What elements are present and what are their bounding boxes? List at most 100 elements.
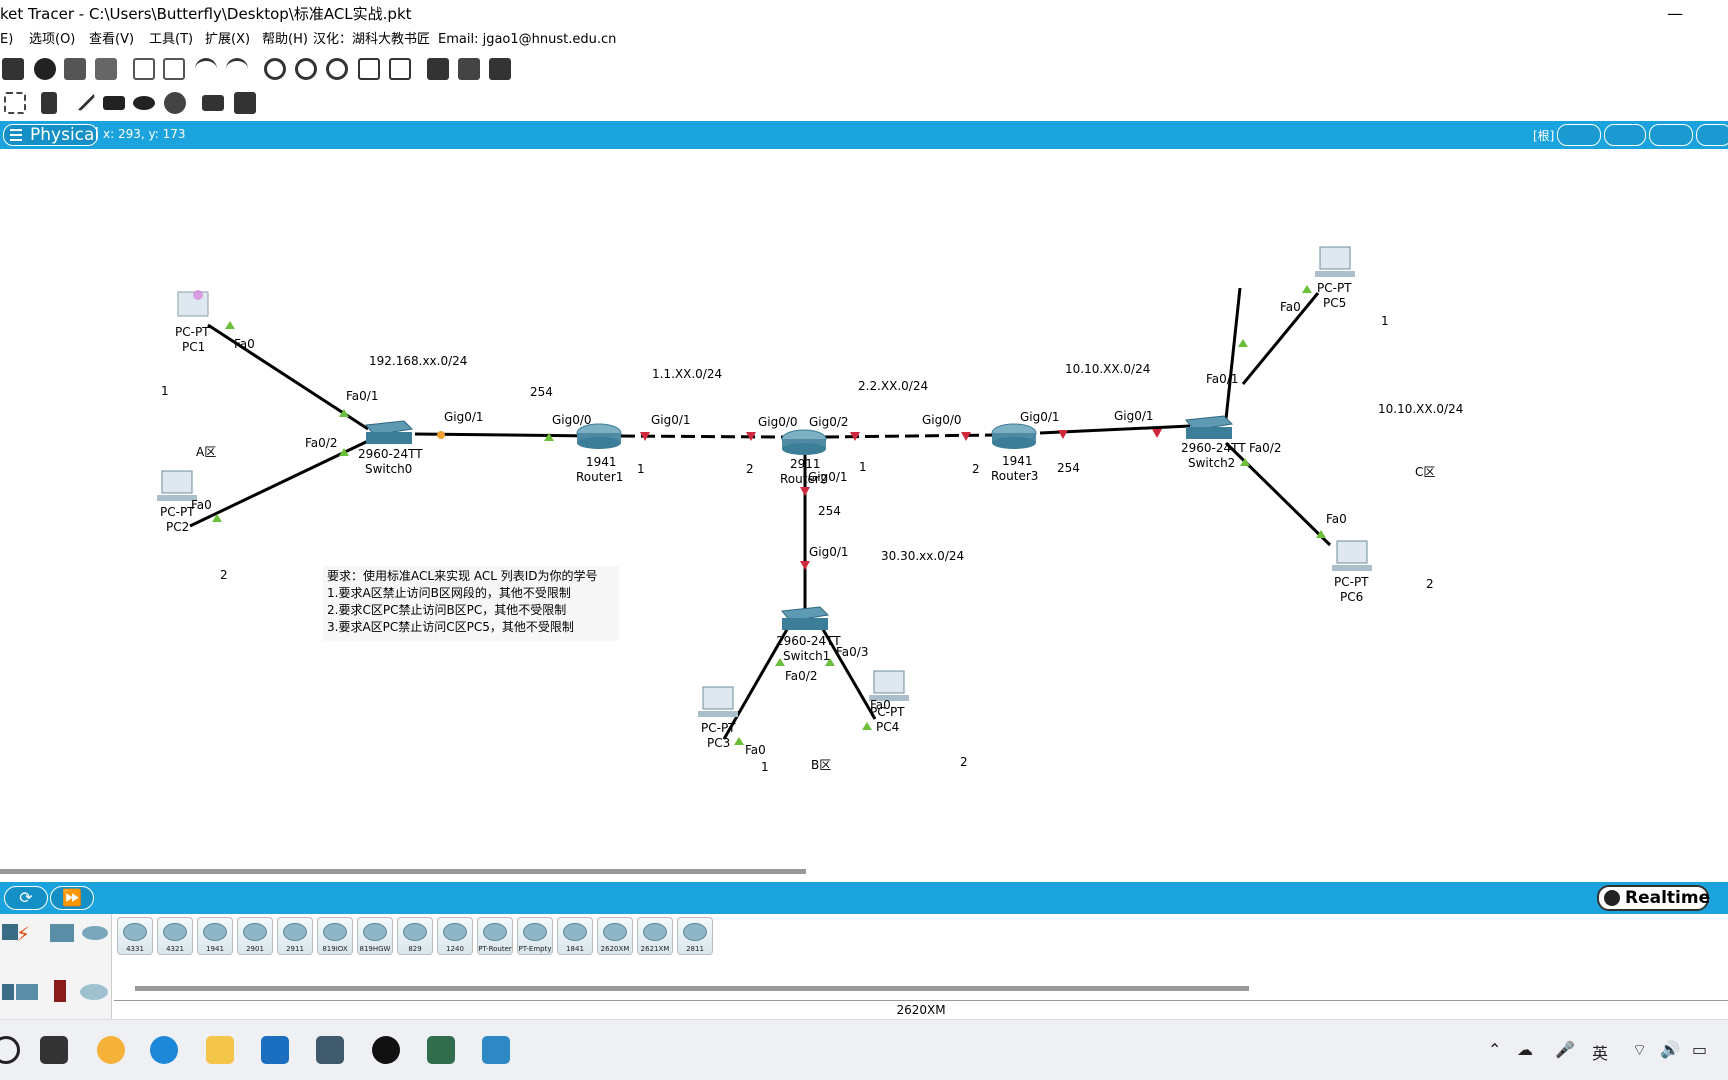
device-4321[interactable]: 4321 — [157, 917, 193, 955]
switch1[interactable]: 2960-24TT Switch1 — [776, 606, 841, 663]
edge-icon[interactable] — [150, 1036, 178, 1064]
device-pt-empty[interactable]: PT-Empty — [517, 917, 553, 955]
cluster-icon[interactable] — [458, 58, 480, 80]
task-view-icon[interactable] — [40, 1036, 68, 1064]
router3[interactable]: 1941 Router3 — [991, 423, 1038, 483]
menu-view[interactable]: 查看(V) — [89, 28, 134, 52]
port-label: Gig0/1 — [808, 470, 848, 484]
menu-help[interactable]: 帮助(H) — [262, 28, 308, 52]
notepad-icon[interactable] — [482, 1036, 510, 1064]
realtime-toggle[interactable]: Realtime — [1597, 885, 1710, 911]
device-2911[interactable]: 2911 — [277, 917, 313, 955]
ellipse-icon[interactable] — [133, 96, 155, 110]
freeform-icon[interactable] — [164, 92, 186, 114]
canvas-horizontal-scrollbar[interactable] — [0, 869, 806, 874]
cable-pc5-switch2[interactable] — [1224, 287, 1242, 420]
switch1-name: Switch1 — [783, 649, 830, 663]
note-icon[interactable] — [41, 92, 57, 114]
router-category-icon[interactable] — [82, 926, 108, 940]
wifi-icon[interactable]: ⌔ — [1632, 1040, 1647, 1060]
info-icon[interactable] — [34, 58, 56, 80]
activity-wizard-icon[interactable] — [95, 58, 117, 80]
search-icon[interactable] — [0, 1036, 20, 1064]
cloud-icon[interactable] — [1604, 124, 1646, 146]
drawing-palette-icon[interactable] — [358, 58, 380, 80]
file-explorer-icon[interactable] — [206, 1036, 234, 1064]
calculator-icon[interactable] — [316, 1036, 344, 1064]
cluster-nav-button[interactable] — [1649, 124, 1693, 146]
port-label: Gig0/1 — [1114, 409, 1154, 423]
pc1[interactable]: PC-PT PC1 — [175, 290, 210, 354]
redo-icon[interactable] — [226, 58, 248, 80]
port-label: Gig0/0 — [758, 415, 798, 429]
simulation-bar: ⟳ ⏩ Realtime — [0, 882, 1728, 914]
zoom-in-icon[interactable] — [264, 58, 286, 80]
host-number: 1 — [1381, 314, 1389, 328]
pc3[interactable]: PC-PT PC3 — [698, 686, 738, 750]
device-829[interactable]: 829 — [397, 917, 433, 955]
battery-icon[interactable]: ▭ — [1692, 1040, 1707, 1059]
topology-canvas[interactable]: PC-PT PC1 PC-PT PC2 PC-PT PC3 PC-PT PC4 — [0, 149, 1728, 869]
connections-icon[interactable]: ⚡ — [16, 922, 38, 946]
rectangle-icon[interactable] — [103, 96, 125, 110]
wan-emulation-icon[interactable] — [80, 984, 108, 1000]
packet-tracer-icon[interactable] — [427, 1036, 455, 1064]
wireless-icon[interactable] — [2, 984, 14, 1000]
onedrive-icon[interactable]: ☁ — [1517, 1040, 1533, 1059]
device-1240[interactable]: 1240 — [437, 917, 473, 955]
line-icon[interactable] — [70, 86, 96, 112]
device-2620xm[interactable]: 2620XM — [597, 917, 633, 955]
pc5[interactable]: PC-PT PC5 — [1315, 246, 1355, 310]
requirements-note[interactable]: 要求：使用标准ACL来实现 ACL 列表ID为你的学号 1.要求A区禁止访问B区… — [323, 566, 619, 641]
device-819iox[interactable]: 819IOX — [317, 917, 353, 955]
pdu-list-icon[interactable] — [427, 58, 449, 80]
router1[interactable]: 1941 Router1 — [576, 423, 623, 484]
menu-edit[interactable]: E) — [0, 28, 13, 52]
device-list-scrollbar[interactable] — [135, 986, 1249, 991]
microphone-icon[interactable]: 🎤 — [1555, 1040, 1575, 1059]
menu-options[interactable]: 选项(O) — [29, 28, 75, 52]
mail-icon[interactable] — [261, 1036, 289, 1064]
paste-icon[interactable] — [163, 58, 185, 80]
custom-device-icon[interactable] — [389, 58, 411, 80]
chevron-up-icon[interactable]: ⌃ — [1488, 1040, 1501, 1059]
power-cycle-button[interactable]: ⟳ — [4, 886, 48, 910]
host-number: 2 — [960, 755, 968, 769]
viewport-icon[interactable] — [489, 58, 511, 80]
fast-forward-button[interactable]: ⏩ — [50, 886, 94, 910]
record-icon[interactable] — [372, 1036, 400, 1064]
volume-icon[interactable]: 🔊 — [1660, 1040, 1680, 1059]
minimize-button[interactable]: — — [1652, 0, 1698, 28]
device-2811[interactable]: 2811 — [677, 917, 713, 955]
cable-router2-router3[interactable] — [824, 433, 997, 439]
zoom-out-icon[interactable] — [326, 58, 348, 80]
back-button[interactable] — [1557, 124, 1601, 146]
device-819hgw[interactable]: 819HGW — [357, 917, 393, 955]
add-complex-pdu-icon[interactable] — [234, 92, 256, 114]
device-2901[interactable]: 2901 — [237, 917, 273, 955]
menu-extensions[interactable]: 扩展(X) — [205, 28, 250, 52]
end-devices-icon[interactable] — [50, 924, 74, 942]
device-2621xm[interactable]: 2621XM — [637, 917, 673, 955]
input-method-icon[interactable]: 英 — [1592, 1040, 1608, 1064]
pc6[interactable]: PC-PT PC6 — [1332, 540, 1372, 604]
physical-tab[interactable]: Physical — [3, 124, 99, 146]
background-image-icon[interactable] — [1696, 124, 1728, 146]
widgets-icon[interactable] — [97, 1036, 125, 1064]
switch2[interactable]: 2960-24TT Switch2 — [1181, 415, 1246, 470]
menu-tools[interactable]: 工具(T) — [149, 28, 193, 52]
device-4331[interactable]: 4331 — [117, 917, 153, 955]
network-wizard-icon[interactable] — [64, 58, 86, 80]
print-icon[interactable] — [2, 58, 24, 80]
copy-icon[interactable] — [133, 58, 155, 80]
cable-switch2-pc6[interactable] — [1224, 441, 1332, 547]
access-point-icon[interactable] — [16, 984, 38, 1000]
device-pt-router[interactable]: PT-Router — [477, 917, 513, 955]
select-icon[interactable] — [4, 92, 26, 114]
device-1841[interactable]: 1841 — [557, 917, 593, 955]
security-icon[interactable] — [54, 980, 66, 1002]
add-simple-pdu-icon[interactable] — [202, 95, 224, 111]
zoom-reset-icon[interactable] — [295, 58, 317, 80]
undo-icon[interactable] — [195, 58, 217, 80]
device-1941[interactable]: 1941 — [197, 917, 233, 955]
